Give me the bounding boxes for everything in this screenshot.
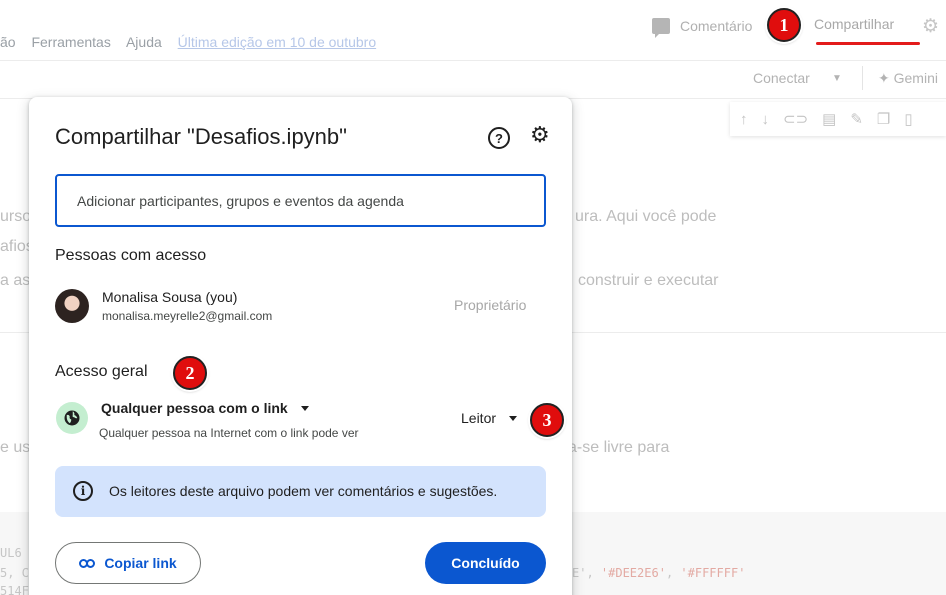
- person-name: Monalisa Sousa (you): [102, 289, 238, 305]
- menu-item-partial[interactable]: ão: [0, 34, 16, 50]
- help-icon[interactable]: ?: [488, 127, 510, 149]
- caret-down-icon: [300, 405, 309, 411]
- caret-down-icon: [509, 415, 518, 421]
- background-text: urso: [0, 208, 32, 225]
- code-string: '#DEE2E6': [600, 566, 666, 580]
- annotation-badge-2: 2: [173, 356, 207, 390]
- general-access-heading: Acesso geral: [55, 363, 148, 380]
- gear-icon[interactable]: ⚙: [922, 15, 939, 38]
- code-text: UL6: [0, 546, 22, 560]
- menu-bar: ão Ferramentas Ajuda Última edição em 10…: [0, 34, 388, 50]
- globe-icon-svg: [64, 410, 80, 426]
- comment-label: Comentário: [680, 18, 753, 34]
- code-text: 514F: [0, 584, 29, 595]
- avatar: [55, 289, 89, 323]
- cell-toolbar: ↑ ↓ ⊂⊃ ▤ ✎ ❐ ▯: [730, 102, 946, 136]
- annotation-badge-3: 3: [530, 403, 564, 437]
- divider: [862, 66, 863, 90]
- person-email: monalisa.meyrelle2@gmail.com: [102, 309, 273, 323]
- menu-item-ajuda[interactable]: Ajuda: [126, 34, 162, 50]
- delete-icon[interactable]: ▯: [904, 110, 912, 128]
- move-down-icon[interactable]: ↓: [762, 111, 770, 128]
- share-dialog: Compartilhar "Desafios.ipynb" ? ⚙ Pessoa…: [29, 97, 572, 595]
- background-text: e us: [0, 439, 31, 456]
- link-icon[interactable]: ⊂⊃: [783, 110, 808, 128]
- role-dropdown[interactable]: Leitor: [461, 410, 518, 426]
- general-access-description: Qualquer pessoa na Internet com o link p…: [99, 426, 359, 440]
- dialog-title: Compartilhar "Desafios.ipynb": [55, 124, 347, 149]
- gear-icon[interactable]: ⚙: [530, 124, 550, 146]
- background-text: ura. Aqui você pode: [575, 208, 717, 225]
- gemini-button[interactable]: ✦ Gemini: [878, 70, 938, 87]
- invite-input[interactable]: [55, 174, 546, 227]
- info-banner: i Os leitores deste arquivo podem ver co…: [55, 466, 546, 517]
- comment-icon[interactable]: ▤: [822, 110, 836, 128]
- people-heading: Pessoas com acesso: [55, 247, 207, 264]
- annotation-badge-1: 1: [767, 8, 801, 42]
- comment-icon: [652, 18, 670, 38]
- link-icon: [79, 558, 96, 568]
- background-text: construir e executar: [578, 272, 719, 289]
- code-text: E', '#DEE2E6', '#FFFFFF': [572, 566, 746, 580]
- info-text: Os leitores deste arquivo podem ver come…: [109, 483, 498, 499]
- copy-link-button[interactable]: Copiar link: [55, 542, 201, 584]
- chevron-down-icon[interactable]: ▼: [832, 73, 842, 84]
- edit-icon[interactable]: ✎: [850, 110, 863, 128]
- connect-button[interactable]: Conectar: [753, 70, 810, 86]
- general-access-value: Qualquer pessoa com o link: [101, 400, 288, 416]
- copy-link-label: Copiar link: [104, 555, 177, 571]
- share-tab-underline: [816, 42, 920, 45]
- menu-item-ferramentas[interactable]: Ferramentas: [31, 34, 110, 50]
- globe-icon: [56, 402, 88, 434]
- share-tab[interactable]: Compartilhar: [814, 16, 894, 32]
- general-access-dropdown[interactable]: Qualquer pessoa com o link: [101, 400, 309, 416]
- done-button[interactable]: Concluído: [425, 542, 546, 584]
- background-text: a as: [0, 272, 31, 289]
- code-text: 5, C: [0, 566, 29, 580]
- comment-button[interactable]: Comentário: [652, 14, 752, 38]
- copy-icon[interactable]: ❐: [877, 110, 890, 128]
- code-string: '#FFFFFF': [680, 566, 746, 580]
- role-value: Leitor: [461, 410, 497, 426]
- person-role: Proprietário: [454, 297, 527, 313]
- last-edit-link[interactable]: Última edição em 10 de outubro: [178, 34, 376, 50]
- background-text: a-se livre para: [568, 439, 670, 456]
- divider: [0, 60, 946, 61]
- move-up-icon[interactable]: ↑: [740, 111, 748, 128]
- info-icon: i: [73, 481, 93, 501]
